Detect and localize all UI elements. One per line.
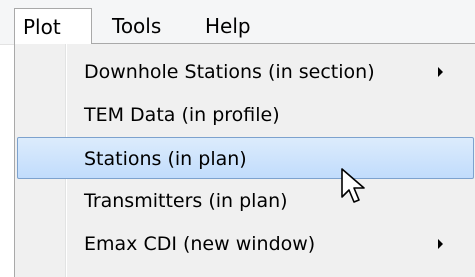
arrow-pointer-icon [341,168,365,203]
submenu-arrow-icon [438,239,443,249]
submenu-arrow-icon [438,67,443,77]
menu-item-label: Stations (in plan) [84,148,247,170]
menu-item-downhole-stations[interactable]: Downhole Stations (in section) [17,51,474,93]
menu-help[interactable]: Help [205,8,251,44]
menu-plot[interactable]: Plot [14,8,92,44]
menu-item-label: Emax CDI (new window) [84,233,316,255]
menu-item-label: Transmitters (in plan) [84,190,288,212]
menu-item-emax-cdi[interactable]: Emax CDI (new window) [17,223,474,265]
menu-item-label: Downhole Stations (in section) [84,61,375,83]
screen: Plot Tools Help Downhole Stations (in se… [0,0,475,277]
menu-item-stations[interactable]: Stations (in plan) [17,137,474,179]
menu-item-label: TEM Data (in profile) [84,104,280,126]
menu-tools[interactable]: Tools [110,8,161,44]
plot-dropdown-menu: Downhole Stations (in section) TEM Data … [14,43,475,277]
menu-item-transmitters[interactable]: Transmitters (in plan) [17,180,474,222]
menu-bar: Plot Tools Help [0,0,475,45]
menu-item-tem-data[interactable]: TEM Data (in profile) [17,94,474,136]
